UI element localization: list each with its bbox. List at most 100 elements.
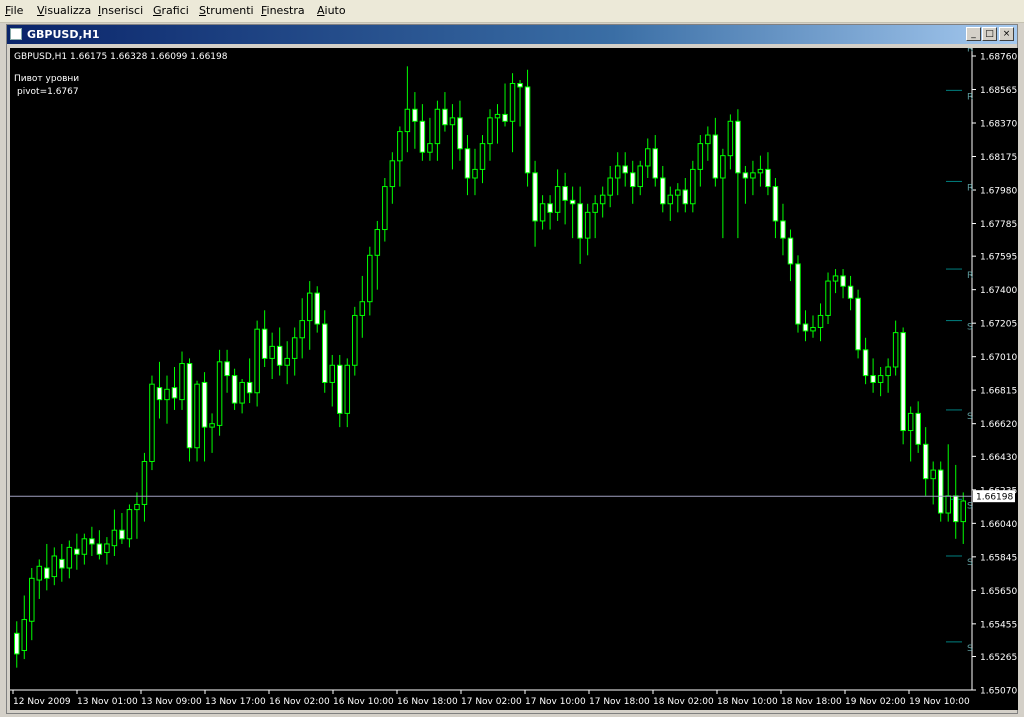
- candle-body: [449, 117, 456, 126]
- x-tick-label: 18 Nov 02:00: [653, 697, 714, 707]
- x-tick-label: 18 Nov 18:00: [781, 697, 842, 707]
- candle-body: [607, 177, 613, 196]
- pivot-value: pivot=1.6767: [17, 87, 79, 97]
- x-tick-label: 19 Nov 10:00: [909, 697, 970, 707]
- candle-body: [29, 577, 35, 622]
- candle-body: [915, 412, 921, 445]
- candle-body: [374, 229, 381, 256]
- candle-body: [705, 134, 711, 145]
- x-tick-label: 13 Nov 17:00: [205, 697, 266, 707]
- candle-body: [787, 237, 794, 265]
- candle-body: [359, 301, 366, 316]
- candle-body: [810, 326, 816, 332]
- menu-grafici[interactable]: Grafici: [153, 4, 189, 17]
- candle-body: [652, 148, 659, 179]
- candle-body: [532, 172, 538, 222]
- candle-body: [306, 292, 313, 322]
- candle-body: [960, 500, 966, 523]
- menu-inserisci[interactable]: Inserisci: [98, 4, 143, 17]
- candle-body: [246, 381, 253, 394]
- candle-body: [622, 165, 628, 174]
- y-tick-label: 1.68565: [980, 86, 1017, 96]
- chart-window-icon: [10, 28, 22, 40]
- x-tick-label: 16 Nov 02:00: [269, 697, 330, 707]
- y-tick-label: 1.66040: [980, 520, 1017, 530]
- menu-finestra[interactable]: Finestra: [261, 4, 305, 17]
- y-tick-label: 1.67010: [980, 353, 1017, 363]
- candle-body: [179, 363, 185, 401]
- candle-body: [750, 172, 756, 179]
- candle-body: [276, 345, 283, 366]
- candle-body: [284, 357, 290, 366]
- candle-body: [644, 148, 651, 167]
- candle-body: [945, 495, 951, 514]
- symbol-info: GBPUSD,H1 1.66175 1.66328 1.66099 1.6619…: [14, 52, 228, 62]
- candle-body: [780, 220, 786, 239]
- menu-visualizza[interactable]: Visualizza: [37, 4, 91, 17]
- x-tick-label: 19 Nov 02:00: [845, 697, 906, 707]
- candle-body: [442, 108, 448, 126]
- candle-body: [224, 361, 230, 377]
- candle-body: [697, 143, 704, 170]
- candle-body: [404, 108, 411, 133]
- candle-body: [111, 529, 118, 547]
- menu-strumenti[interactable]: Strumenti: [199, 4, 254, 17]
- candle-body: [352, 314, 358, 366]
- candle-body: [952, 495, 959, 523]
- candle-body: [479, 143, 486, 170]
- x-tick-label: 12 Nov 2009: [13, 697, 71, 707]
- menu-file[interactable]: File: [5, 4, 23, 17]
- candle-body: [524, 86, 531, 174]
- y-tick-label: 1.67785: [980, 220, 1017, 230]
- candle-body: [840, 275, 846, 287]
- candle-body: [389, 160, 396, 188]
- candle-body: [847, 285, 854, 299]
- candle-body: [554, 186, 561, 213]
- x-tick-label: 16 Nov 18:00: [397, 697, 458, 707]
- level-label: S: [967, 501, 973, 511]
- candle-body: [517, 82, 523, 88]
- y-tick-label: 1.65265: [980, 653, 1017, 663]
- candle-body: [261, 328, 268, 359]
- candle-body: [825, 280, 831, 316]
- candle-body: [487, 117, 493, 145]
- menu-aiuto[interactable]: Aiuto: [317, 4, 346, 17]
- candle-body: [614, 165, 621, 179]
- x-tick-label: 17 Nov 10:00: [525, 697, 586, 707]
- candle-body: [637, 165, 643, 188]
- level-label: R: [967, 48, 973, 54]
- y-tick-label: 1.66815: [980, 387, 1017, 397]
- candle-body: [885, 366, 891, 377]
- candle-body: [434, 108, 441, 145]
- maximize-button[interactable]: □: [982, 27, 997, 41]
- candle-body: [51, 555, 58, 578]
- candle-body: [44, 567, 50, 579]
- candle-body: [592, 203, 598, 213]
- candle-body: [299, 320, 305, 339]
- candle-body: [742, 172, 749, 179]
- level-label: S: [967, 558, 973, 568]
- x-tick-label: 17 Nov 18:00: [589, 697, 650, 707]
- close-button[interactable]: ×: [999, 27, 1014, 41]
- candle-body: [599, 194, 606, 205]
- candle-body: [720, 155, 726, 179]
- y-tick-label: 1.68175: [980, 153, 1017, 163]
- candle-body: [412, 108, 418, 122]
- candle-body: [21, 619, 28, 651]
- window-titlebar[interactable]: GBPUSD,H1 _ □ ×: [7, 25, 1017, 44]
- candle-body: [156, 387, 163, 401]
- window-title: GBPUSD,H1: [27, 28, 100, 41]
- chart-area[interactable]: 1.68760 1.68565 1.68370 1.68175 1.67980 1.677…: [10, 48, 1018, 710]
- candle-body: [126, 509, 133, 540]
- minimize-button[interactable]: _: [966, 27, 981, 41]
- candle-body: [119, 529, 125, 540]
- candle-body: [937, 469, 944, 514]
- candle-body: [329, 364, 336, 383]
- x-tick-label: 13 Nov 01:00: [77, 697, 138, 707]
- candle-body: [194, 383, 200, 449]
- y-tick-label: 1.65845: [980, 553, 1017, 563]
- level-label: R: [967, 271, 973, 281]
- price-chart[interactable]: 1.68760 1.68565 1.68370 1.68175 1.67980 1.677…: [10, 48, 1018, 710]
- level-label: R: [967, 92, 973, 102]
- candle-body: [569, 199, 576, 205]
